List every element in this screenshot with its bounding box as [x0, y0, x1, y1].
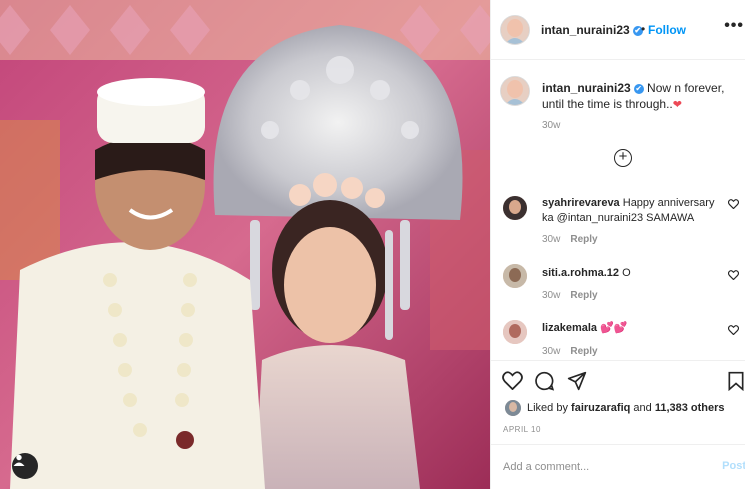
comment-icon	[535, 371, 555, 391]
reply-button[interactable]: Reply	[570, 290, 597, 301]
liker-username[interactable]: fairuzarafiq	[571, 402, 630, 414]
comment-age: 30w	[542, 234, 561, 245]
comment-like-button[interactable]	[727, 325, 740, 338]
caption-age-text: 30w	[542, 120, 561, 131]
likes-middle: and	[633, 402, 652, 414]
comment-avatar[interactable]	[503, 264, 527, 288]
comment-item: lizakemala 💕💕	[542, 321, 732, 336]
caption-author-avatar[interactable]	[501, 77, 529, 105]
more-options-button[interactable]: •••	[724, 17, 744, 35]
comment-age: 30w	[542, 346, 561, 357]
comment-avatar-image	[503, 320, 527, 344]
comment-avatar-image	[503, 196, 527, 220]
author-avatar[interactable]	[501, 16, 529, 44]
heart-outline-icon	[727, 270, 740, 281]
comment-age: 30w	[542, 290, 561, 301]
comment-username[interactable]: lizakemala	[542, 322, 597, 334]
heart-icon	[502, 371, 523, 391]
caption-age: 30w	[542, 120, 560, 131]
action-bar	[491, 360, 745, 392]
reply-button[interactable]: Reply	[570, 346, 597, 357]
comment-meta: 30w Reply	[542, 290, 598, 301]
user-tag-icon	[13, 454, 25, 466]
comment-text: Happy anniversary	[622, 197, 715, 209]
follow-button[interactable]: Follow	[648, 23, 686, 37]
comment-input[interactable]	[501, 457, 705, 477]
caption-avatar-image	[501, 77, 529, 105]
user-tag-button[interactable]	[12, 453, 38, 479]
share-button[interactable]	[567, 371, 587, 396]
post-side-panel: intan_nuraini23 ✔ • Follow ••• intan_nura…	[490, 0, 745, 489]
comment-meta: 30w Reply	[542, 346, 598, 357]
likes-summary: Liked by fairuzarafiq and 11,383 others	[527, 402, 725, 414]
heart-outline-icon	[727, 199, 740, 210]
author-username-text: intan_nuraini23	[541, 23, 630, 37]
red-heart-emoji: ❤	[672, 99, 682, 111]
wedding-photo-illustration	[0, 0, 490, 489]
comment-text: O	[622, 267, 631, 279]
post-comment-button[interactable]: Post	[722, 460, 745, 472]
comment-meta: 30w Reply	[542, 234, 598, 245]
comment-like-button[interactable]	[727, 270, 740, 283]
add-comment-bar: Post	[491, 444, 745, 489]
comment-avatar-image	[503, 264, 527, 288]
comment-text-continued: ka @intan_nuraini23 SAMAWA	[542, 212, 695, 224]
post-date[interactable]: APRIL 10	[503, 425, 541, 434]
post-header: intan_nuraini23 ✔ • Follow •••	[491, 0, 745, 60]
comment-text: 💕💕	[600, 322, 628, 334]
likes-count[interactable]: 11,383 others	[655, 402, 725, 414]
comment-avatar[interactable]	[503, 320, 527, 344]
liker-avatar[interactable]	[505, 400, 521, 416]
comment-like-button[interactable]	[727, 199, 740, 212]
like-button[interactable]	[502, 371, 523, 395]
post-caption: intan_nuraini23 ✔ Now n forever, until th…	[542, 80, 742, 113]
caption-username[interactable]: intan_nuraini23	[542, 81, 631, 95]
comment-item: siti.a.rohma.12 O	[542, 266, 732, 281]
comment-avatar[interactable]	[503, 196, 527, 220]
bookmark-icon	[728, 371, 744, 392]
comment-button[interactable]	[534, 371, 555, 396]
author-username[interactable]: intan_nuraini23 ✔	[541, 23, 643, 37]
comment-username[interactable]: syahrirevareva	[542, 197, 620, 209]
save-button[interactable]	[727, 371, 745, 396]
caption-verified-badge-icon: ✔	[633, 83, 644, 94]
load-more-comments-button[interactable]: +	[614, 149, 632, 167]
author-avatar-image	[501, 16, 529, 44]
reply-button[interactable]: Reply	[570, 234, 597, 245]
comment-username[interactable]: siti.a.rohma.12	[542, 267, 619, 279]
liker-avatar-image	[505, 400, 521, 416]
post-photo[interactable]	[0, 0, 490, 489]
header-separator: •	[641, 22, 646, 36]
share-icon	[567, 371, 587, 391]
comment-item: syahrirevareva Happy anniversary ka @int…	[542, 196, 732, 226]
likes-prefix: Liked by	[527, 402, 568, 414]
heart-outline-icon	[727, 325, 740, 336]
